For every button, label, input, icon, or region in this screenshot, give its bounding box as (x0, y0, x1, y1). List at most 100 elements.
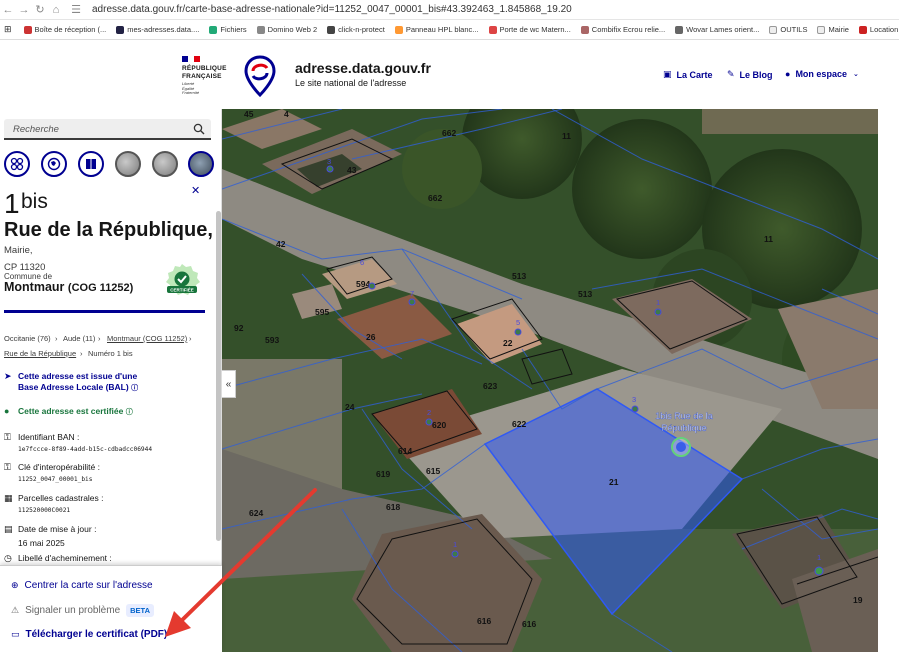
bookmark-item[interactable]: mes-adresses.data.... (116, 25, 199, 34)
apps-icon[interactable]: ⊞ (4, 24, 12, 35)
nav-la-carte[interactable]: ▣ La Carte (663, 69, 713, 80)
search-input[interactable] (13, 123, 183, 136)
bookmark-item[interactable]: Panneau HPL blanc... (394, 25, 479, 34)
parcels-value[interactable]: 112520000C0021 (18, 507, 70, 514)
parcel-number: 92 (234, 323, 244, 333)
parcels-label: Parcelles cadastrales : (18, 493, 104, 503)
gov-name: RÉPUBLIQUE FRANÇAISE (182, 65, 227, 80)
map-style-button-globe[interactable] (41, 151, 67, 177)
chevron-right-icon: › (55, 334, 58, 343)
address-number: 1 (4, 188, 20, 219)
interop-label: Clé d'interopérabilité : (18, 462, 100, 472)
search-icon[interactable] (193, 123, 205, 135)
browser-toolbar: ← → ↻ ⌂ ☰ adresse.data.gouv.fr/carte-bas… (0, 0, 899, 20)
parcel-number: 619 (376, 469, 390, 479)
bookmark-item[interactable]: Boîte de réception (... (23, 25, 106, 34)
site-subtitle: Le site national de l'adresse (295, 78, 407, 88)
laptop-icon: ▭ (11, 629, 20, 639)
certified-info: ● Cette adresse est certifiée ⓘ (4, 406, 133, 418)
marianne-icon (182, 56, 200, 62)
ban-id-value[interactable]: 1e7fccce-8f89-4add-b15c-cdbadcc06944 (18, 446, 152, 453)
site-info-icon[interactable]: ☰ (68, 3, 84, 16)
address-point (368, 282, 376, 290)
parcel-number: 593 (265, 335, 279, 345)
close-icon[interactable]: ✕ (191, 184, 200, 197)
help-icon[interactable]: ⓘ (126, 409, 133, 416)
map-style-button-ortho[interactable] (115, 151, 141, 177)
collapse-panel-button[interactable]: « (222, 370, 236, 398)
commune-text: Montmaur (4, 280, 65, 294)
target-icon: ⊕ (11, 580, 19, 590)
address-bar[interactable]: adresse.data.gouv.fr/carte-base-adresse-… (92, 4, 572, 15)
warning-icon: ⚠ (11, 605, 20, 615)
breadcrumb-item[interactable]: Rue de la République (4, 349, 76, 358)
bookmarks-bar: ⊞ Boîte de réception (... mes-adresses.d… (0, 20, 899, 40)
parcel-number: 618 (386, 502, 400, 512)
bookmark-item[interactable]: Porte de wc Matern... (488, 25, 571, 34)
center-map-button[interactable]: ⊕ Centrer la carte sur l'adresse (11, 580, 153, 591)
parcel-number: 19 (853, 595, 863, 605)
bookmark-item[interactable]: Combifix Ecrou relie... (580, 25, 665, 34)
mail-icon: ◷ (4, 553, 12, 563)
bal-text-2: Base Adresse Locale (BAL) (18, 382, 129, 392)
bookmark-item[interactable]: Domino Web 2 (256, 25, 317, 34)
parcel-number: 11 (764, 234, 773, 244)
bookmark-item[interactable]: Location salle p (858, 25, 899, 34)
adresse-logo-icon[interactable] (244, 55, 276, 97)
map-style-button-satellite[interactable] (188, 151, 214, 177)
breadcrumb-item[interactable]: Montmaur (COG 11252) (107, 334, 187, 343)
commune-cog: (COG 11252) (67, 282, 134, 294)
nav-le-blog[interactable]: ✎ Le Blog (727, 69, 773, 80)
report-problem-label: Signaler un problème (25, 605, 121, 616)
parcels-row: ▦ Parcelles cadastrales : (4, 493, 104, 504)
parcel-number: 616 (477, 616, 491, 626)
map-style-button-ortho-alt[interactable] (152, 151, 178, 177)
search-box[interactable] (4, 119, 211, 140)
address-point (451, 550, 459, 558)
breadcrumb-item[interactable]: Aude (11) (63, 334, 95, 343)
site-title[interactable]: adresse.data.gouv.fr (295, 60, 431, 76)
divider (4, 310, 205, 313)
bookmark-folder[interactable]: OUTILS (769, 25, 807, 34)
chevron-down-icon: ⌄ (852, 71, 859, 78)
delivery-row: ◷ Libellé d'acheminement : (4, 553, 112, 564)
back-icon[interactable]: ← (0, 4, 16, 16)
home-icon[interactable]: ⌂ (48, 4, 64, 16)
chevron-right-icon: › (80, 349, 83, 358)
parcel-number: 615 (426, 466, 440, 476)
bookmark-item[interactable]: click-n-protect (327, 25, 385, 34)
bal-info: ➤ Cette adresse est issue d'une Base Adre… (4, 371, 138, 394)
house-number: 2 (427, 408, 431, 417)
help-icon[interactable]: ⓘ (131, 385, 138, 392)
address-point (631, 405, 639, 413)
parcel-number: 4 (284, 109, 289, 119)
parcel-number: 24 (345, 402, 355, 412)
interop-value[interactable]: 11252_0047_00001_bis (18, 476, 93, 483)
report-problem-button[interactable]: ⚠ Signaler un problème BETA (11, 604, 155, 617)
delivery-label: Libellé d'acheminement : (18, 553, 112, 563)
house-number: 3 (632, 395, 636, 404)
download-certificate-button[interactable]: ▭ Télécharger le certificat (PDF) (11, 629, 167, 640)
breadcrumb-item[interactable]: Occitanie (76) (4, 334, 51, 343)
parcel-number: 22 (503, 338, 513, 348)
bookmark-item[interactable]: Fichiers (209, 25, 247, 34)
house-number: 6 (360, 258, 364, 267)
parcel-number: 513 (512, 271, 526, 281)
key-icon: ⚿ (4, 462, 11, 472)
map-icon: ▣ (663, 69, 672, 79)
bal-text-1: Cette adresse est issue d'une (18, 371, 138, 381)
bookmark-folder[interactable]: Mairie (817, 25, 849, 34)
map-style-button-vector[interactable] (4, 151, 30, 177)
bookmark-item[interactable]: Wovar Lames orient... (675, 25, 759, 34)
house-number: 1 (656, 298, 660, 307)
globe-icon (47, 157, 61, 171)
reload-icon[interactable]: ↻ (32, 3, 48, 16)
house-number: 5 (516, 318, 520, 327)
map-style-button-cadastre[interactable] (78, 151, 104, 177)
parcel-number: 26 (366, 332, 376, 342)
interop-row: ⚿ Clé d'interopérabilité : (4, 462, 100, 473)
nav-mon-espace[interactable]: ● Mon espace ⌄ (785, 69, 859, 79)
forward-icon[interactable]: → (16, 4, 32, 16)
address-point (425, 418, 433, 426)
republique-francaise-logo[interactable]: RÉPUBLIQUE FRANÇAISE Liberté Égalité Frater… (182, 56, 232, 96)
